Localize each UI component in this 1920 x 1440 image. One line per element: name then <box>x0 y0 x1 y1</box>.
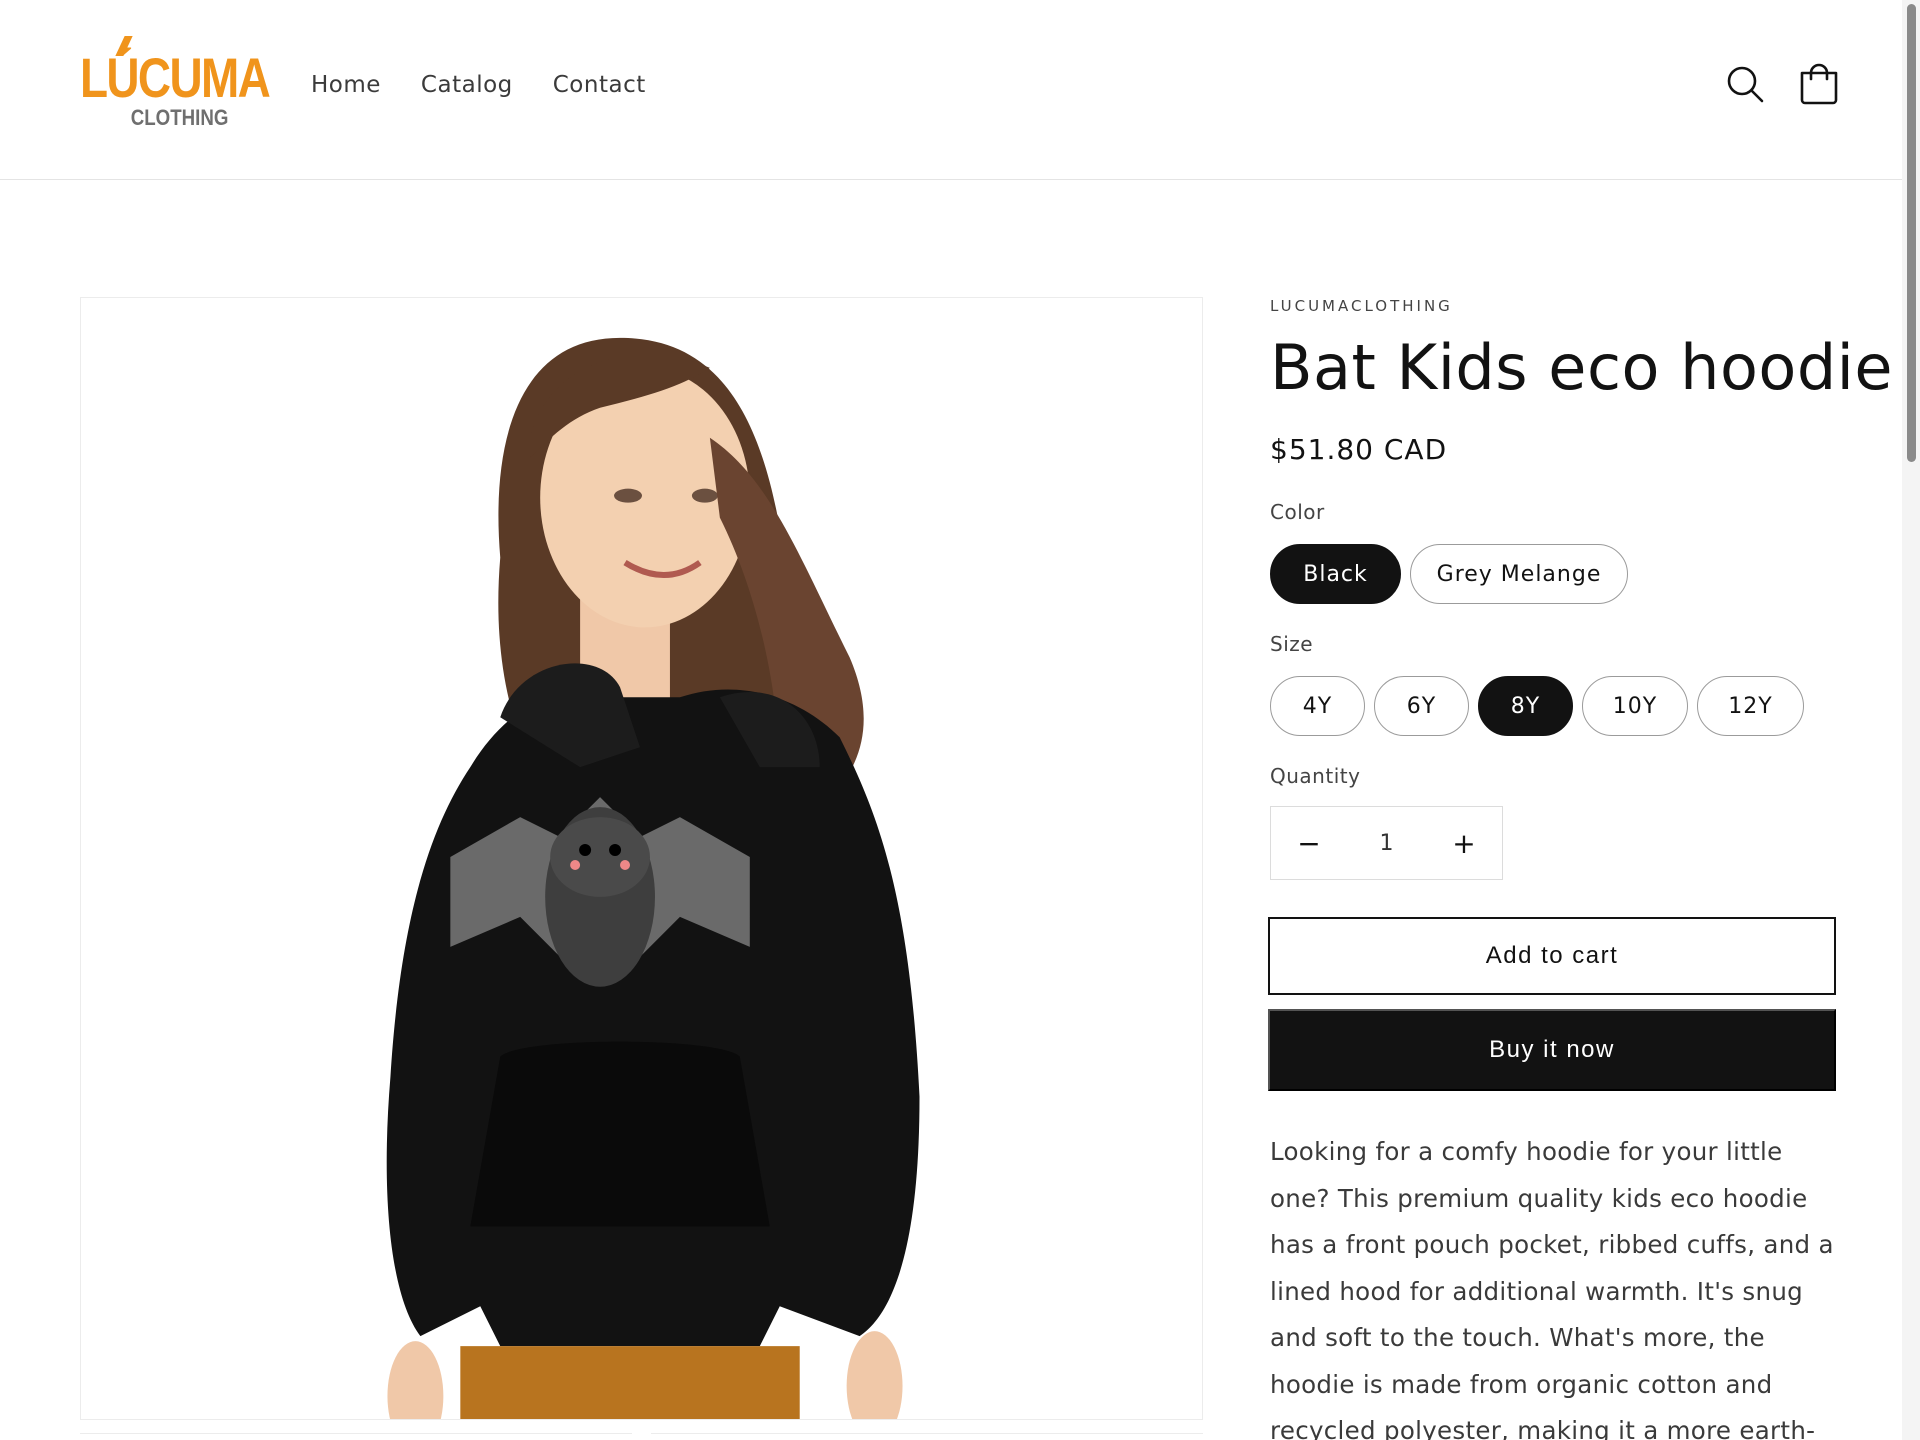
main-nav: Home Catalog Contact <box>291 66 666 104</box>
thumbnail-edge-1 <box>80 1433 632 1440</box>
quantity-stepper: − 1 + <box>1270 806 1503 880</box>
nav-catalog[interactable]: Catalog <box>401 66 533 104</box>
size-label: Size <box>1270 632 1314 656</box>
product-title: Bat Kids eco hoodie <box>1270 331 1894 404</box>
color-options: Black Grey Melange <box>1270 544 1838 604</box>
product-photo <box>81 298 1202 1419</box>
color-label: Color <box>1270 500 1325 524</box>
quantity-increase-button[interactable]: + <box>1426 807 1502 879</box>
product-page: LÚCUMA CLOTHING Home Catalog Contact LUC… <box>0 0 1920 1440</box>
product-info: LUCUMACLOTHING Bat Kids eco hoodie $51.8… <box>1268 294 1894 1440</box>
thumbnail-edge-2 <box>651 1433 1203 1440</box>
buy-now-button[interactable]: Buy it now <box>1268 1009 1836 1091</box>
add-to-cart-button[interactable]: Add to cart <box>1268 917 1836 995</box>
cart-icon[interactable] <box>1797 62 1841 106</box>
size-option-10y[interactable]: 10Y <box>1582 676 1688 736</box>
logo-sub: CLOTHING <box>130 105 229 130</box>
quantity-decrease-button[interactable]: − <box>1271 807 1347 879</box>
product-price: $51.80 CAD <box>1270 433 1448 466</box>
scrollbar-thumb[interactable] <box>1907 4 1916 462</box>
quantity-label: Quantity <box>1270 764 1361 788</box>
product-image[interactable] <box>80 297 1203 1420</box>
product-vendor: LUCUMACLOTHING <box>1270 297 1453 315</box>
nav-home[interactable]: Home <box>291 66 401 104</box>
logo[interactable]: LÚCUMA CLOTHING <box>80 36 271 136</box>
site-header: LÚCUMA CLOTHING Home Catalog Contact <box>0 0 1902 180</box>
nav-contact[interactable]: Contact <box>533 66 666 104</box>
color-option-black[interactable]: Black <box>1270 544 1401 604</box>
size-option-12y[interactable]: 12Y <box>1697 676 1804 736</box>
search-icon[interactable] <box>1723 62 1767 106</box>
size-option-4y[interactable]: 4Y <box>1270 676 1365 736</box>
scrollbar[interactable] <box>1902 0 1920 1440</box>
quantity-input[interactable]: 1 <box>1357 831 1417 856</box>
logo-brand: LÚCUMA <box>80 46 271 109</box>
size-option-6y[interactable]: 6Y <box>1374 676 1469 736</box>
color-option-grey-melange[interactable]: Grey Melange <box>1410 544 1628 604</box>
size-options: 4Y 6Y 8Y 10Y 12Y <box>1270 676 1838 736</box>
product-description: Looking for a comfy hoodie for your litt… <box>1270 1137 1834 1440</box>
size-option-8y[interactable]: 8Y <box>1478 676 1573 736</box>
